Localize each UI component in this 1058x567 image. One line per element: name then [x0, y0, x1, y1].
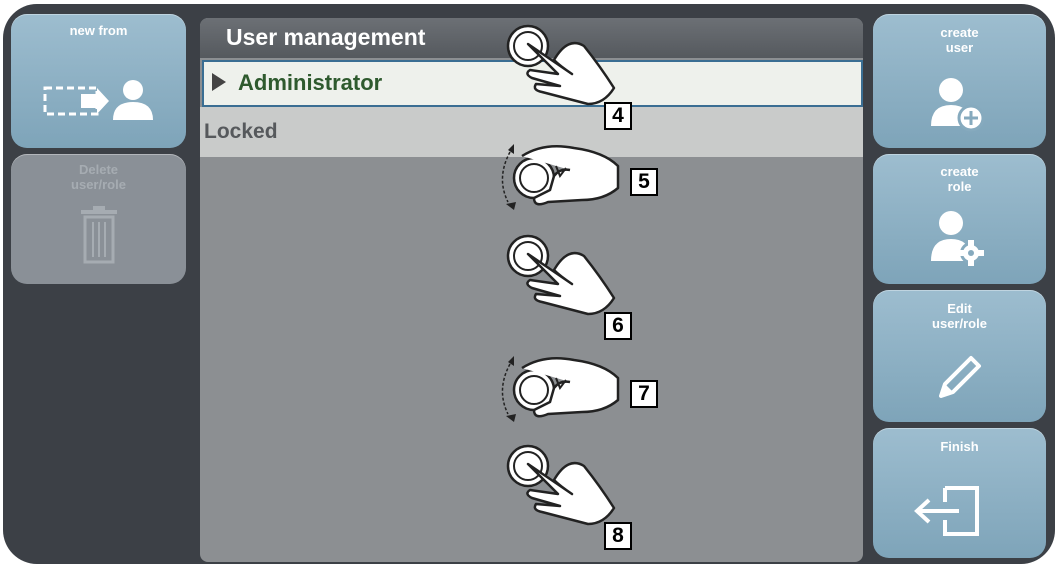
step-6-badge: 6	[604, 312, 632, 340]
rotate-gesture-icon	[501, 144, 620, 210]
page-title: User management	[226, 24, 426, 50]
step-7-badge: 7	[630, 380, 658, 408]
create-role-label-1: create	[940, 164, 979, 179]
user-gear-icon	[931, 211, 984, 266]
finish-button[interactable]: Finish	[873, 428, 1046, 558]
edit-button[interactable]: Edit user/role	[873, 290, 1046, 422]
rotate-gesture-icon	[501, 356, 620, 422]
finish-label: Finish	[940, 439, 979, 454]
new-from-button[interactable]: new from	[11, 14, 186, 148]
create-user-label-2: user	[945, 40, 974, 55]
step-4-badge: 4	[604, 102, 632, 130]
trash-icon	[81, 206, 117, 264]
tap-gesture-icon	[506, 234, 616, 316]
new-from-label: new from	[69, 23, 128, 38]
create-user-label-1: create	[940, 25, 979, 40]
step-8-badge: 8	[604, 522, 632, 550]
delete-button[interactable]: Delete user/role	[11, 154, 186, 284]
pencil-icon	[939, 356, 981, 398]
edit-label-1: Edit	[947, 301, 972, 316]
create-role-label-2: role	[947, 179, 972, 194]
create-user-button[interactable]: create user	[873, 14, 1046, 148]
create-role-button[interactable]: create role	[873, 154, 1046, 284]
list-item-label: Administrator	[238, 70, 383, 95]
list-item-label: Locked	[204, 120, 278, 143]
delete-label-1: Delete	[78, 162, 119, 177]
edit-label-2: user/role	[932, 316, 987, 331]
step-5-badge: 5	[630, 168, 658, 196]
delete-label-2: user/role	[71, 177, 126, 192]
exit-icon	[914, 486, 979, 536]
expand-arrow-icon	[212, 73, 226, 91]
tap-gesture-icon	[506, 444, 616, 526]
tap-gesture-icon	[506, 24, 616, 106]
copy-user-icon	[43, 80, 153, 120]
add-user-icon	[931, 78, 985, 132]
